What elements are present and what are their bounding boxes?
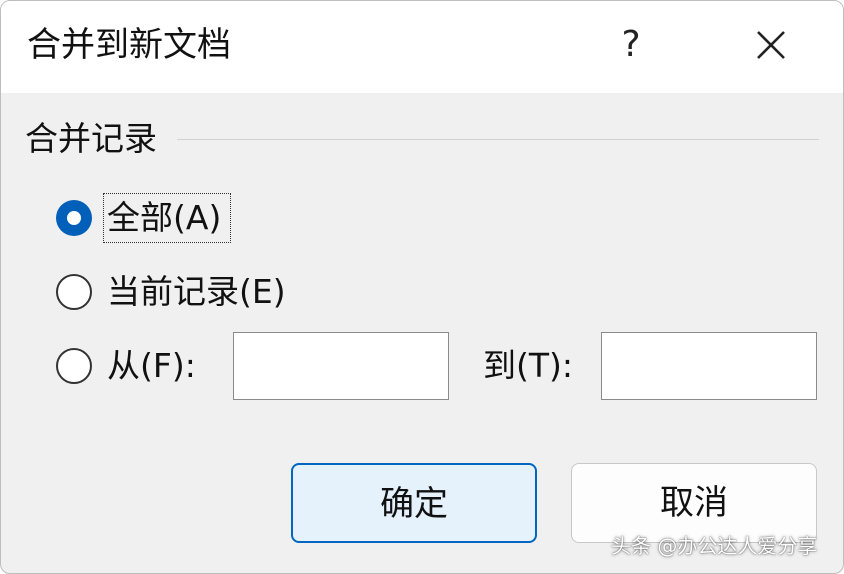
help-button[interactable]: ? (601, 15, 661, 75)
radio-current-record-label[interactable]: 当前记录(E) (107, 270, 286, 314)
radio-all-label[interactable]: 全部(A) (107, 196, 221, 240)
close-button[interactable] (741, 15, 801, 75)
dialog-title: 合并到新文档 (27, 25, 231, 65)
merge-to-new-document-dialog: 合并到新文档 ? 合并记录 全部(A) 当前记录(E) 从(F): 到(T): … (0, 0, 844, 574)
watermark: 头条 @办公达人爱分享 (611, 534, 818, 558)
to-record-input[interactable] (601, 332, 817, 400)
radio-selected-dot (67, 211, 81, 225)
from-record-input[interactable] (233, 332, 449, 400)
radio-current-record[interactable] (56, 274, 92, 310)
title-bar: 合并到新文档 ? (1, 1, 843, 93)
group-divider (177, 139, 819, 140)
radio-all[interactable] (56, 200, 92, 236)
radio-from[interactable] (56, 348, 92, 384)
to-label: 到(T): (483, 346, 574, 385)
close-icon (757, 31, 785, 59)
merge-records-group-label: 合并记录 (25, 119, 157, 158)
ok-button[interactable]: 确定 (291, 463, 537, 543)
radio-from-label[interactable]: 从(F): (107, 344, 196, 388)
